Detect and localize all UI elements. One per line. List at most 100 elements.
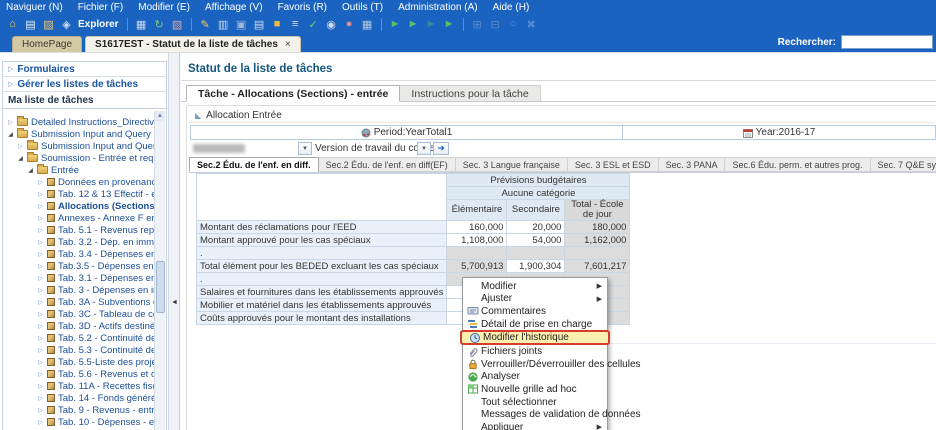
sidebar-section-formulaires[interactable]: ▷ Formulaires [3,62,166,77]
sheet-tab[interactable]: Sec. 7 Q&E sys. de qualification [871,157,936,172]
collapse-icon[interactable]: ⊟ [488,17,503,32]
approve-icon[interactable]: ► [442,17,457,32]
menu-item-fichiers-joints[interactable]: Fichiers joints [463,345,607,358]
menu-item-tout-selectionner[interactable]: Tout sélectionner [463,396,607,409]
version-dropdown-icon[interactable]: ▼ [417,142,431,155]
zoom-out-icon[interactable]: ○ [506,17,521,32]
tree-item[interactable]: ▷Tab.3.5 - Dépenses en immobilisati [3,260,154,272]
menu-item-verrouiller[interactable]: Verrouiller/Déverrouiller des cellules [463,358,607,371]
grid-cell[interactable]: 5,700,913 [447,260,507,273]
menu-aide[interactable]: Aide (H) [493,2,530,13]
go-button[interactable]: ➜ [433,142,449,155]
edit-icon[interactable]: ✎ [198,17,213,32]
tree-item[interactable]: ▷Detailed Instructions_Directives détail… [3,116,154,128]
copy-icon[interactable]: ▥ [216,17,231,32]
paste-icon[interactable]: ▣ [234,17,249,32]
menu-item-detail-prise-en-charge[interactable]: Détail de prise en charge [463,318,607,331]
sheet-tab[interactable]: Sec.6 Édu. perm. et autres prog. [725,157,870,172]
find-icon[interactable]: ● [342,17,357,32]
menu-affichage[interactable]: Affichage (V) [205,2,263,13]
tree-item[interactable]: ▷Tab. 11A - Recettes fiscales - entré [3,380,154,392]
tree-item[interactable]: ▷Annexes - Annexe F entrée seulement [3,212,154,224]
menu-item-appliquer[interactable]: Appliquer ▶ [463,421,607,430]
menu-item-messages-validation[interactable]: Messages de validation de données [463,408,607,421]
menu-item-nouvelle-grille-adhoc[interactable]: Nouvelle grille ad hoc [463,383,607,396]
tree-item[interactable]: ▷Tab. 3.2 - Dép. en immob - Subv. p [3,236,154,248]
sign-off-icon[interactable]: ► [406,17,421,32]
sheet-tab[interactable]: Sec.2 Édu. de l'enf. en diff(EF) [319,157,456,172]
sheet-tab[interactable]: Sec. 3 ESL et ESD [568,157,659,172]
tree-item[interactable]: ▷Données en provenance des écoles [3,176,154,188]
search-input[interactable] [841,35,933,49]
grid-cell[interactable]: 160,000 [447,221,507,234]
home-icon[interactable]: ⌂ [5,17,20,32]
pov-period[interactable]: Period:YearTotal1 [190,125,623,140]
scrollbar-thumb[interactable] [156,261,165,313]
menu-item-ajuster[interactable]: Ajuster ▶ [463,293,607,306]
lock-icon[interactable]: ■ [270,17,285,32]
menu-outils[interactable]: Outils (T) [342,2,383,13]
menu-item-commentaires[interactable]: Commentaires [463,305,607,318]
entity-dropdown-icon[interactable]: ▼ [298,142,312,155]
tab-homepage[interactable]: HomePage [12,36,82,52]
menu-item-modifier-historique[interactable]: Modifier l'historique [460,330,610,345]
open-folder-icon[interactable]: ▨ [41,17,56,32]
tab-task-allocations[interactable]: Tâche - Allocations (Sections) - entrée [186,85,400,102]
tree-item[interactable]: ▷Tab. 14 - Fonds générés par les éc [3,392,154,404]
menu-item-analyser[interactable]: Analyser [463,371,607,384]
expand-icon[interactable]: ⊞ [470,17,485,32]
sidebar-section-gerer-listes[interactable]: ▷ Gérer les listes de tâches [3,77,166,92]
menu-modifier[interactable]: Modifier (E) [138,2,190,13]
refresh-icon[interactable]: ↻ [152,17,167,32]
tree-item[interactable]: ▷Tab. 3.1 - Dépenses en immobilisat [3,272,154,284]
tree-item[interactable]: ◢Entrée [3,164,154,176]
grid-icon[interactable]: ▦ [360,17,375,32]
pov-year[interactable]: Year:2016-17 [623,125,936,140]
explorer-icon[interactable]: ◈ [59,17,74,32]
new-document-icon[interactable]: ▤ [23,17,38,32]
grid-cell[interactable]: 1,162,000 [565,234,630,247]
sheet-tab[interactable]: Sec.2 Édu. de l'enf. en diff. [189,157,319,172]
grid-cell[interactable]: 7,601,217 [565,260,630,273]
scroll-up-icon[interactable]: ▲ [155,111,165,121]
report-icon[interactable]: ▤ [252,17,267,32]
tree-item[interactable]: ▷Tab. 3.4 - Dépenses en immobilisat [3,248,154,260]
entity-selector-redacted[interactable] [193,144,245,153]
tab-task-instructions[interactable]: Instructions pour la tâche [400,85,540,102]
menu-item-modifier[interactable]: Modifier ▶ [463,280,607,293]
menu-favoris[interactable]: Favoris (R) [278,2,327,13]
menu-administration[interactable]: Administration (A) [398,2,477,13]
info-icon[interactable]: ◉ [324,17,339,32]
grid-cell[interactable]: 20,000 [507,221,565,234]
grid-cell[interactable] [507,247,565,260]
tree-item[interactable]: ◢Soumission - Entrée et requête [3,152,154,164]
tree-item[interactable]: ▷Tab. 12 & 13 Effectif - entrée [3,188,154,200]
tree-item[interactable]: ▷Tab. 5.6 - Revenus et déficits des t [3,368,154,380]
grid-cell[interactable]: 1,108,000 [447,234,507,247]
tree-item[interactable]: ▷Tab. 3 - Dépenses en immobilisatio [3,284,154,296]
sheet-tab[interactable]: Sec. 3 PANA [659,157,726,172]
tree-item[interactable]: ▷Tab. 10 - Dépenses - entrée [3,416,154,428]
menu-fichier[interactable]: Fichier (F) [78,2,124,13]
grid-cell[interactable] [565,247,630,260]
close-tab-icon[interactable]: × [285,39,291,50]
tree-item-selected[interactable]: ▷Allocations (Sections) - entrée [3,200,154,212]
grid-cell[interactable]: 1,900,304 [507,260,565,273]
task-list-icon[interactable]: ≡ [288,17,303,32]
tree-scrollbar[interactable]: ▲ [154,111,165,430]
validate-icon[interactable]: ✓ [306,17,321,32]
save-icon[interactable]: ▦ [134,17,149,32]
tree-item[interactable]: ▷Tab. 5.1 - Revenus reportés - Entrée [3,224,154,236]
menu-naviguer[interactable]: Naviguer (N) [6,2,63,13]
grid-cell[interactable]: 54,000 [507,234,565,247]
grid-cell[interactable]: 180,000 [565,221,630,234]
tree-item[interactable]: ▷Tab. 5.3 - Continuité des apports e [3,344,154,356]
panel-splitter[interactable]: ◄ [168,53,180,430]
tree-item[interactable]: ▷Tab. 3D - Actifs destinés à la vente [3,320,154,332]
explorer-button[interactable]: Explorer [78,19,119,30]
tree-item[interactable]: ▷Submission Input and Query [3,140,154,152]
form-section-header[interactable]: ◣ Allocation Entrée [189,108,934,123]
sidebar-section-ma-liste[interactable]: Ma liste de tâches [3,92,166,109]
tree-item[interactable]: ▷Tab. 9 - Revenus - entrée [3,404,154,416]
close-icon[interactable]: ✖ [524,17,539,32]
